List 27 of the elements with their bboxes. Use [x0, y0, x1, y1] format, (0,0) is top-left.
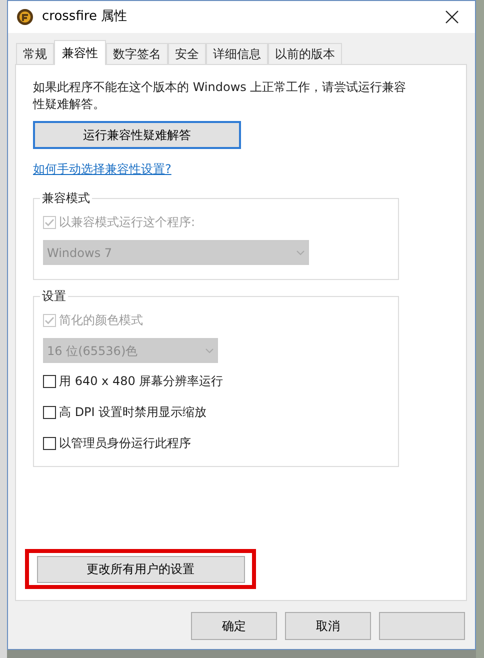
window-title: crossfire 属性 [42, 8, 128, 26]
checkbox-label: 用 640 x 480 屏幕分辨率运行 [59, 373, 224, 390]
tab[interactable]: 兼容性 [54, 40, 106, 65]
app-icon [16, 8, 34, 26]
chevron-icon [296, 250, 305, 256]
tab[interactable]: 常规 [16, 43, 54, 64]
tab[interactable]: 数字签名 [106, 43, 168, 64]
checkbox-label: 简化的颜色模式 [59, 312, 143, 329]
group-title: 设置 [40, 288, 68, 304]
group-title: 兼容模式 [40, 190, 92, 206]
checkbox-label: 高 DPI 设置时禁用显示缩放 [59, 404, 207, 421]
dialog-button[interactable]: 取消 [285, 612, 371, 640]
checkbox[interactable] [43, 406, 56, 418]
all-users-settings-button[interactable]: 更改所有用户的设置 [36, 556, 244, 582]
help-link[interactable]: 如何手动选择兼容性设置? [33, 160, 172, 178]
checkbox[interactable] [43, 436, 56, 450]
close-icon[interactable] [445, 10, 459, 24]
checkbox-label: 以兼容模式运行这个程序: [59, 214, 196, 231]
intro-text: 如果此程序不能在这个版本的 Windows 上正常工作，请尝试运行兼容性疑难解答。 [33, 79, 408, 113]
checkbox[interactable] [43, 374, 56, 388]
chevron-icon [205, 348, 214, 354]
tab[interactable]: 详细信息 [206, 43, 268, 64]
checkbox-label: 以管理员身份运行此程序 [59, 435, 191, 452]
troubleshoot-button[interactable]: 运行兼容性疑难解答 [33, 121, 241, 149]
tab[interactable]: 以前的版本 [268, 43, 342, 64]
tab[interactable]: 安全 [168, 43, 206, 64]
dialog-button[interactable]: 确定 [191, 612, 277, 640]
